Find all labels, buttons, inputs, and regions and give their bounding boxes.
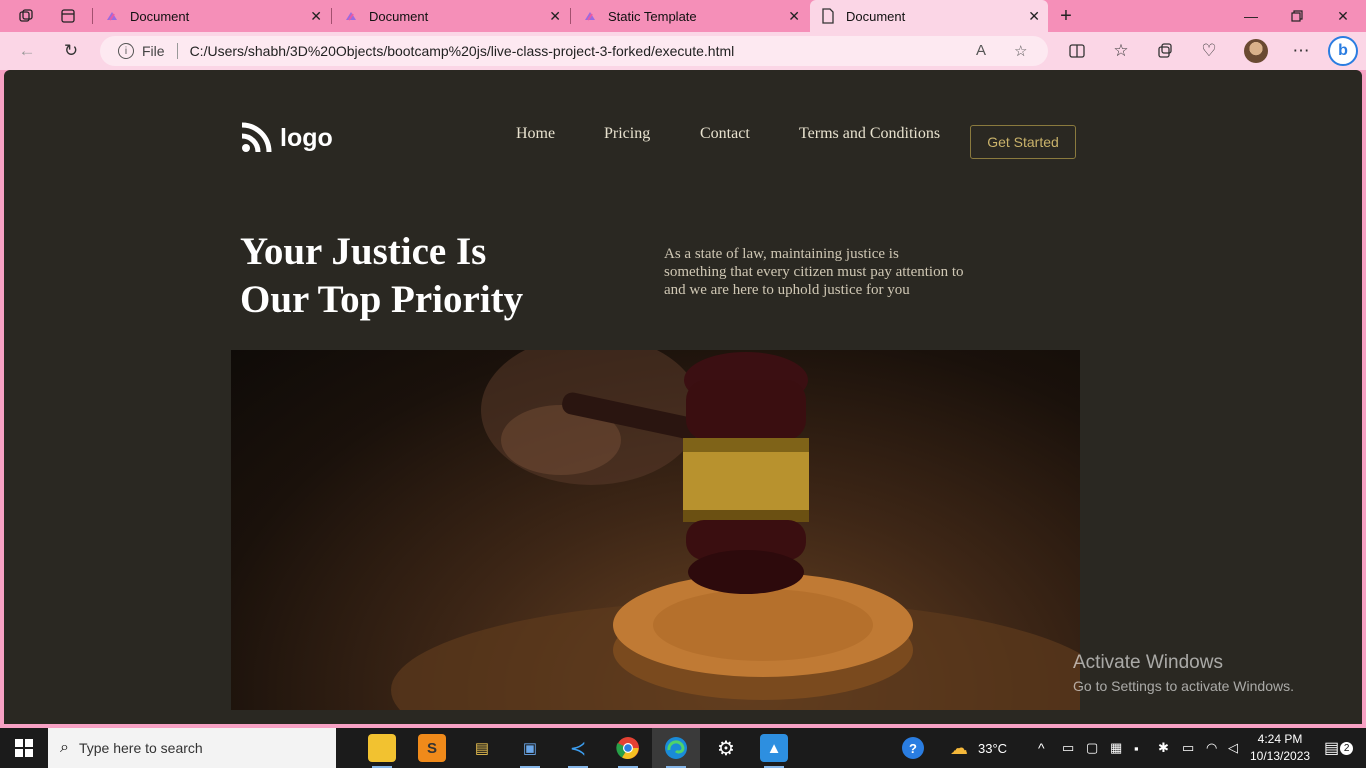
site-logo[interactable]: logo — [240, 122, 333, 154]
nav-link-home[interactable]: Home — [516, 125, 555, 143]
read-aloud-icon[interactable]: A — [976, 42, 986, 59]
logo-text: logo — [280, 123, 333, 152]
tab-title: Document — [369, 8, 429, 24]
windows-start-icon[interactable] — [0, 728, 48, 768]
weather-sun-cloud-icon: ☁ — [950, 737, 968, 758]
hero-title-line-2: Our Top Priority — [240, 278, 524, 321]
battery-icon[interactable]: ▭ — [1182, 728, 1194, 768]
minimize-icon[interactable]: — — [1228, 0, 1274, 32]
tab-bar: Document ✕ Document ✕ Static Template ✕ … — [0, 0, 1366, 32]
bing-copilot-icon[interactable]: b — [1328, 36, 1358, 66]
edge-icon[interactable] — [662, 734, 690, 768]
watermark-subtitle: Go to Settings to activate Windows. — [1073, 678, 1294, 694]
tab-separator — [92, 8, 93, 24]
weather-widget[interactable]: ☁ 33°C — [950, 728, 1007, 768]
notification-count-badge: 2 — [1340, 741, 1354, 755]
volume-muted-icon[interactable]: ◁ — [1228, 728, 1238, 768]
tray-security-icon[interactable]: ▪ — [1134, 728, 1139, 768]
refresh-icon[interactable]: ↻ — [58, 39, 84, 63]
page-icon — [820, 8, 836, 24]
address-toolbar: ← ↻ i File C:/Users/shabh/3D%20Objects/b… — [0, 32, 1366, 70]
vscode-icon[interactable]: ≺ — [564, 734, 592, 768]
notifications-icon[interactable]: ▤ 2 — [1324, 728, 1354, 768]
tab-title: Document — [130, 8, 190, 24]
codesandbox-icon — [104, 8, 120, 24]
close-window-icon[interactable]: ✕ — [1320, 0, 1366, 32]
sublime-text-icon[interactable]: S — [418, 734, 446, 762]
settings-gear-icon[interactable]: ⚙ — [712, 734, 740, 762]
nav-link-pricing[interactable]: Pricing — [604, 125, 650, 143]
tray-meet-now-icon[interactable]: ▭ — [1062, 728, 1074, 768]
taskbar-search-input[interactable]: ⌕ Type here to search — [48, 728, 336, 768]
close-icon[interactable]: ✕ — [788, 8, 800, 25]
favorite-star-icon[interactable]: ☆ — [1014, 42, 1027, 60]
search-placeholder: Type here to search — [78, 740, 203, 756]
collections-icon[interactable] — [1152, 39, 1178, 63]
codesandbox-icon — [582, 8, 598, 24]
hero-title-line-1: Your Justice Is — [240, 230, 487, 273]
file-manager-icon[interactable]: ▤ — [468, 734, 496, 762]
close-icon[interactable]: ✕ — [1028, 8, 1040, 25]
taskbar: ⌕ Type here to search S ▤ ▣ ≺ ⚙ ▲ ? ☁ 33… — [0, 728, 1366, 768]
restore-icon[interactable] — [1274, 0, 1320, 32]
tab-separator — [570, 8, 571, 24]
help-icon[interactable]: ? — [902, 728, 924, 768]
tray-bluetooth-icon[interactable]: ✱ — [1158, 728, 1169, 768]
browser-essentials-icon[interactable]: ♡ — [1196, 39, 1222, 63]
close-icon[interactable]: ✕ — [549, 8, 561, 25]
chrome-icon[interactable] — [614, 734, 642, 768]
workspaces-icon[interactable] — [16, 6, 36, 26]
tray-keyboard-icon[interactable]: ▦ — [1110, 728, 1122, 768]
activate-windows-watermark: Activate Windows Go to Settings to activ… — [1073, 652, 1294, 694]
tab-actions-icon[interactable] — [58, 6, 78, 26]
get-started-button[interactable]: Get Started — [970, 125, 1076, 159]
hero-title: Your Justice Is Our Top Priority — [240, 228, 580, 324]
favorites-icon[interactable]: ☆ — [1108, 39, 1134, 63]
tab-separator — [331, 8, 332, 24]
clock[interactable]: 4:24 PM 10/13/2023 — [1250, 731, 1310, 765]
url-separator — [176, 43, 178, 59]
weather-temperature: 33°C — [978, 740, 1008, 756]
rss-logo-icon — [241, 122, 272, 153]
nav-link-contact[interactable]: Contact — [700, 125, 750, 143]
info-icon[interactable]: i — [118, 43, 134, 59]
clock-date: 10/13/2023 — [1250, 749, 1311, 763]
clock-time: 4:24 PM — [1257, 732, 1303, 746]
tab-document-2[interactable]: Document ✕ — [333, 0, 569, 32]
tab-title: Document — [846, 8, 906, 24]
hero-image-gavel — [231, 350, 1080, 710]
tab-static-template[interactable]: Static Template ✕ — [572, 0, 808, 32]
watermark-title: Activate Windows — [1073, 652, 1223, 673]
tab-title: Static Template — [608, 8, 697, 24]
wifi-icon[interactable]: ◠ — [1206, 728, 1217, 768]
search-icon: ⌕ — [60, 739, 69, 756]
close-icon[interactable]: ✕ — [310, 8, 322, 25]
address-bar[interactable]: i File C:/Users/shabh/3D%20Objects/bootc… — [100, 36, 1048, 66]
photos-icon[interactable]: ▲ — [760, 734, 788, 768]
back-icon[interactable]: ← — [14, 39, 40, 63]
more-options-icon[interactable]: ⋯ — [1288, 39, 1314, 63]
split-screen-icon[interactable] — [1064, 39, 1090, 63]
url-text[interactable]: C:/Users/shabh/3D%20Objects/bootcamp%20j… — [190, 43, 735, 59]
tab-document-active[interactable]: Document ✕ — [810, 0, 1048, 32]
hero-description: As a state of law, maintaining justice i… — [664, 246, 964, 298]
avatar[interactable] — [1244, 39, 1268, 63]
new-tab-icon[interactable]: + — [1056, 5, 1076, 27]
tray-screen-icon[interactable]: ▢ — [1086, 728, 1098, 768]
url-scheme-label: File — [142, 43, 165, 59]
nav-link-terms[interactable]: Terms and Conditions — [799, 125, 940, 143]
show-hidden-icons-chevron-icon[interactable]: ^ — [1038, 728, 1045, 768]
web-page: logo Home Pricing Contact Terms and Cond… — [4, 70, 1362, 724]
file-explorer-icon[interactable] — [368, 734, 396, 768]
remote-desktop-icon[interactable]: ▣ — [516, 734, 544, 768]
tab-document-1[interactable]: Document ✕ — [94, 0, 330, 32]
codesandbox-icon — [343, 8, 359, 24]
